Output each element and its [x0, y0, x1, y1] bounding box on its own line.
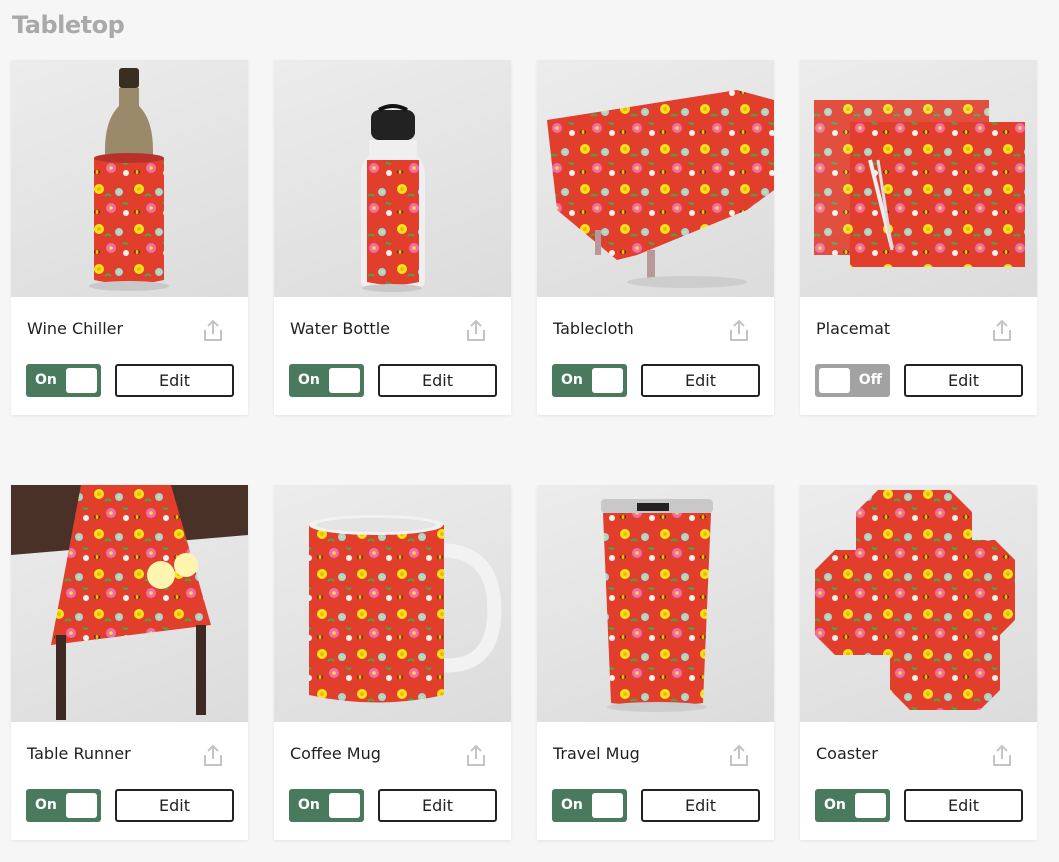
toggle-label: On: [298, 797, 320, 813]
edit-button[interactable]: Edit: [904, 364, 1023, 397]
placemat-image[interactable]: [800, 60, 1037, 297]
product-name: Coaster: [816, 744, 878, 763]
toggle-knob: [855, 793, 886, 818]
toggle-label: On: [561, 797, 583, 813]
edit-button[interactable]: Edit: [115, 789, 234, 822]
product-card-table-runner: Table Runner On Edit: [11, 485, 248, 840]
share-icon[interactable]: [991, 319, 1013, 343]
toggle-on[interactable]: On: [26, 364, 101, 397]
table-runner-image[interactable]: [11, 485, 248, 722]
share-icon[interactable]: [728, 319, 750, 343]
toggle-label: On: [561, 372, 583, 388]
edit-button[interactable]: Edit: [641, 364, 760, 397]
toggle-on[interactable]: On: [26, 789, 101, 822]
share-icon[interactable]: [202, 744, 224, 768]
share-icon[interactable]: [465, 319, 487, 343]
product-card-coaster: Coaster On Edit: [800, 485, 1037, 840]
travel-mug-image[interactable]: [537, 485, 774, 722]
toggle-off[interactable]: Off: [815, 364, 890, 397]
toggle-label: On: [298, 372, 320, 388]
toggle-label: On: [35, 797, 57, 813]
product-card-travel-mug: Travel Mug On Edit: [537, 485, 774, 840]
product-card-placemat: Placemat Off Edit: [800, 60, 1037, 415]
share-icon[interactable]: [202, 319, 224, 343]
product-name: Wine Chiller: [27, 319, 124, 338]
toggle-knob: [66, 368, 97, 393]
edit-button[interactable]: Edit: [378, 364, 497, 397]
toggle-knob: [329, 793, 360, 818]
product-name: Travel Mug: [553, 744, 640, 763]
share-icon[interactable]: [991, 744, 1013, 768]
product-name: Placemat: [816, 319, 891, 338]
toggle-on[interactable]: On: [552, 364, 627, 397]
toggle-label: Off: [858, 372, 882, 388]
section-title: Tabletop: [12, 11, 125, 39]
product-card-water-bottle: Water Bottle On Edit: [274, 60, 511, 415]
toggle-label: On: [824, 797, 846, 813]
toggle-on[interactable]: On: [289, 789, 364, 822]
edit-button[interactable]: Edit: [904, 789, 1023, 822]
product-name: Tablecloth: [553, 319, 634, 338]
product-grid: Wine Chiller On Edit Water Bottle On Edi…: [11, 60, 1037, 840]
toggle-label: On: [35, 372, 57, 388]
edit-button[interactable]: Edit: [378, 789, 497, 822]
coffee-mug-image[interactable]: [274, 485, 511, 722]
toggle-knob: [66, 793, 97, 818]
toggle-on[interactable]: On: [289, 364, 364, 397]
edit-button[interactable]: Edit: [115, 364, 234, 397]
coaster-image[interactable]: [800, 485, 1037, 722]
product-name: Table Runner: [27, 744, 131, 763]
water-bottle-image[interactable]: [274, 60, 511, 297]
product-card-coffee-mug: Coffee Mug On Edit: [274, 485, 511, 840]
tablecloth-image[interactable]: [537, 60, 774, 297]
toggle-on[interactable]: On: [552, 789, 627, 822]
toggle-on[interactable]: On: [815, 789, 890, 822]
toggle-knob: [592, 368, 623, 393]
toggle-knob: [329, 368, 360, 393]
product-card-wine-chiller: Wine Chiller On Edit: [11, 60, 248, 415]
product-name: Coffee Mug: [290, 744, 381, 763]
toggle-knob: [592, 793, 623, 818]
share-icon[interactable]: [728, 744, 750, 768]
toggle-knob: [819, 368, 850, 393]
wine-chiller-image[interactable]: [11, 60, 248, 297]
product-name: Water Bottle: [290, 319, 390, 338]
product-card-tablecloth: Tablecloth On Edit: [537, 60, 774, 415]
edit-button[interactable]: Edit: [641, 789, 760, 822]
share-icon[interactable]: [465, 744, 487, 768]
